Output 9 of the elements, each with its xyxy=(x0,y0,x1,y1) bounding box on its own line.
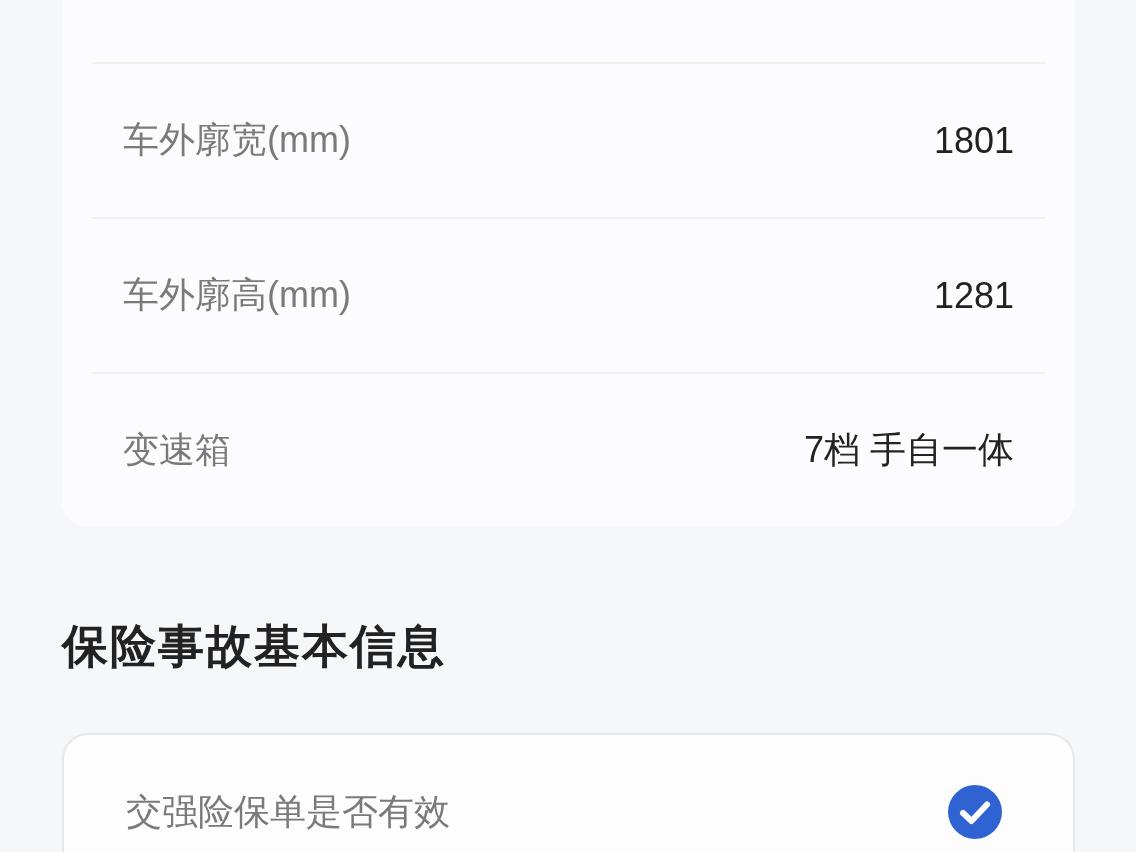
checked-circle-icon[interactable] xyxy=(948,785,1002,839)
spec-value: 1801 xyxy=(933,119,1014,162)
spec-label: 车外廓宽(mm) xyxy=(123,118,351,162)
spec-value: 1281 xyxy=(933,274,1014,317)
section-title: 保险事故基本信息 xyxy=(62,619,446,674)
spec-label: 车外廓高(mm) xyxy=(123,273,351,317)
option-label: 交强险保单是否有效 xyxy=(126,789,450,834)
spec-value: 7档 手自一体 xyxy=(803,428,1014,472)
spec-label: 变速箱 xyxy=(123,428,231,472)
